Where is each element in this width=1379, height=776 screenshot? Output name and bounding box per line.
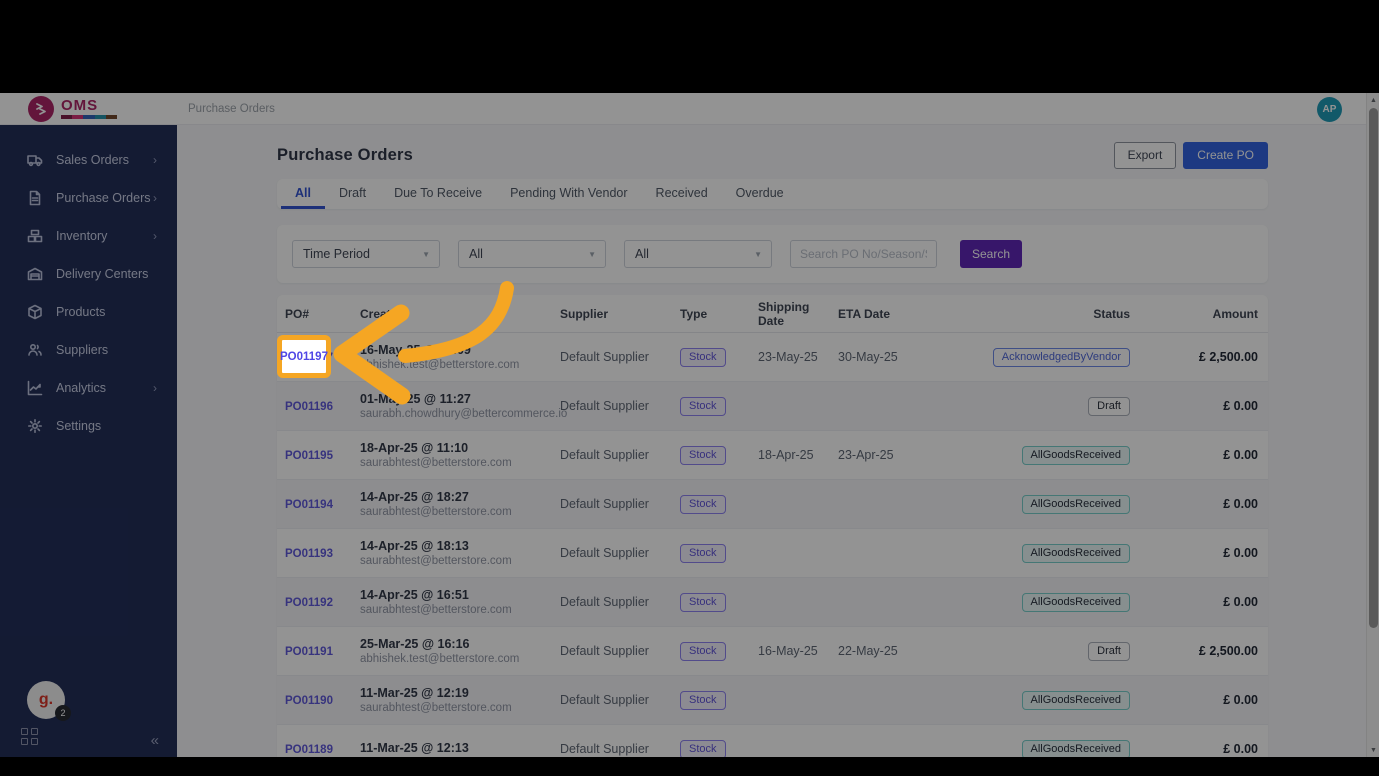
dim-overlay bbox=[0, 93, 1379, 757]
screenshot-stage: OMS Purchase Orders AP Sales Orders › Pu… bbox=[0, 0, 1379, 776]
annotation-highlight-box: PO01197 bbox=[277, 335, 331, 378]
highlighted-po-link[interactable]: PO01197 bbox=[280, 351, 328, 363]
